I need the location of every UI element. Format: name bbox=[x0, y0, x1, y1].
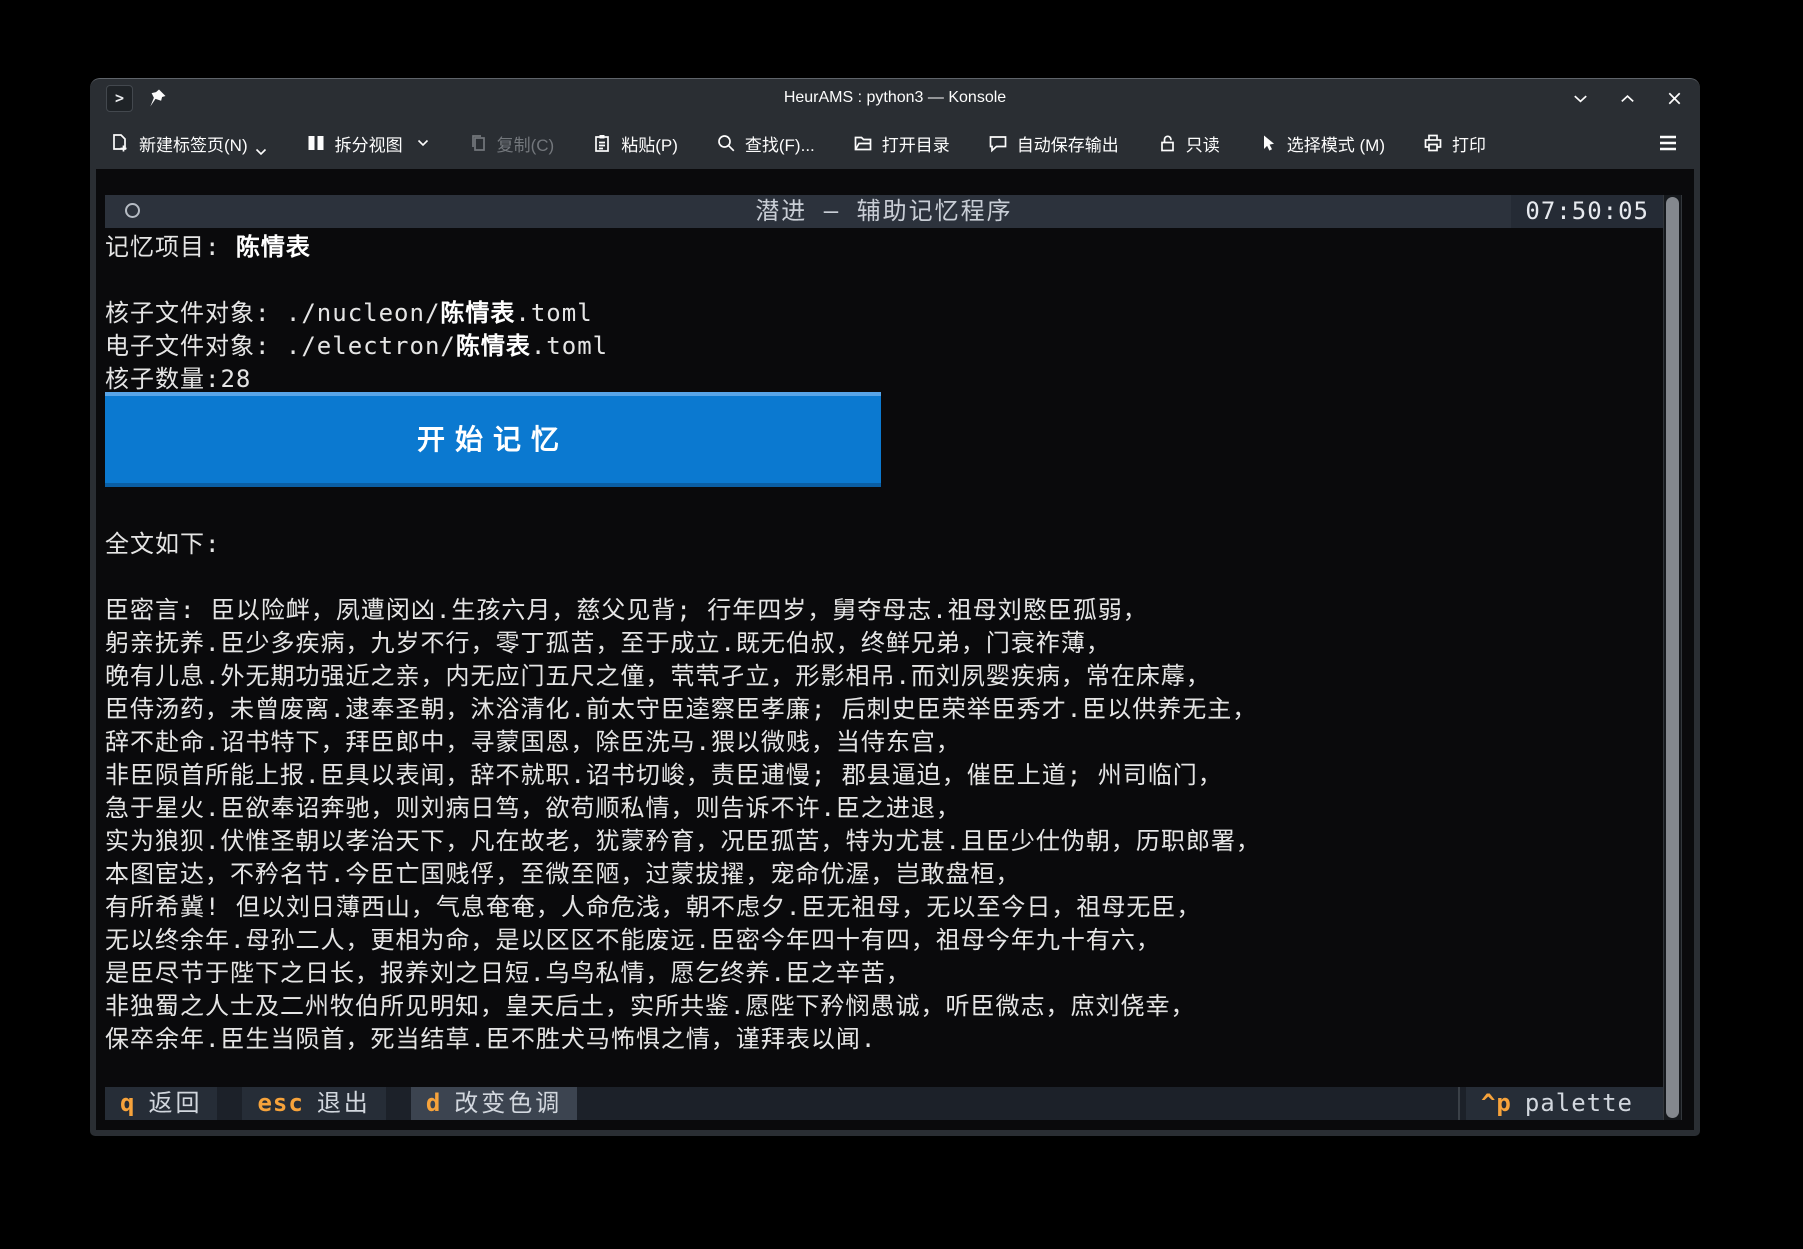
fulltext-line: 有所希冀! 但以刘日薄西山，气息奄奄，人命危浅，朝不虑夕.臣无祖母，无以至今日，… bbox=[105, 891, 1201, 924]
toolbar-item-paste[interactable]: 粘贴(P) bbox=[592, 131, 678, 156]
toolbar-item-folder[interactable]: 打开目录 bbox=[853, 131, 950, 156]
scrollbar-thumb[interactable] bbox=[1666, 197, 1679, 1118]
fulltext-line: 急于星火.臣欲奉诏奔驰，则刘病日笃，欲苟顺私情，则告诉不许.臣之进退， bbox=[105, 792, 961, 825]
paste-icon bbox=[592, 133, 612, 153]
split-view-icon bbox=[306, 133, 326, 153]
fulltext-line: 臣侍汤药，未曾废离.逮奉圣朝，沐浴清化.前太守臣逵察臣孝廉; 后刺史臣荣举臣秀才… bbox=[105, 693, 1257, 726]
folder-icon bbox=[853, 133, 873, 153]
footer-binding-esc[interactable]: esc退出 bbox=[242, 1087, 385, 1120]
footer-binding-palette[interactable]: ^ppalette bbox=[1466, 1087, 1663, 1120]
toolbar-item-copy: 复制(C) bbox=[468, 131, 555, 156]
maximize-button[interactable] bbox=[1618, 89, 1637, 108]
fulltext-line: 保卒余年.臣生当陨首，死当结草.臣不胜犬马怖惧之情，谨拜表以闻. bbox=[105, 1023, 876, 1056]
chevron-down-icon bbox=[254, 145, 268, 159]
fulltext-line: 实为狼狈.伏惟圣朝以孝治天下，凡在故老，犹蒙矜育，况臣孤苦，特为尤甚.且臣少仕伪… bbox=[105, 825, 1261, 858]
tui-header: 潜进 – 辅助记忆程序 07:50:05 bbox=[105, 195, 1663, 228]
unlock-icon bbox=[1157, 133, 1177, 153]
toolbar-item-output-bubble[interactable]: 自动保存输出 bbox=[988, 131, 1119, 156]
toolbar-item-unlock[interactable]: 只读 bbox=[1157, 131, 1220, 156]
app-title: 潜进 – 辅助记忆程序 bbox=[105, 195, 1663, 228]
toolbar: 新建标签页(N) 拆分视图 复制(C) 粘贴(P) 查找(F)... 打开目录 自动保存输出… bbox=[90, 117, 1700, 169]
cursor-icon bbox=[1258, 133, 1278, 153]
fulltext-line: 本图宦达，不矜名节.今臣亡国贱俘，至微至陋，过蒙拔擢，宠命优渥，岂敢盘桓， bbox=[105, 858, 1020, 891]
toolbar-item-cursor[interactable]: 选择模式 (M) bbox=[1258, 131, 1385, 156]
fulltext-line: 非臣陨首所能上报.臣具以表闻，辞不就职.诏书切峻，责臣逋慢; 郡县逼迫，催臣上道… bbox=[105, 759, 1223, 792]
fulltext-line: 非独蜀之人士及二州牧伯所见明知，皇天后土，实所共鉴.愿陛下矜悯愚诚，听臣微志，庶… bbox=[105, 990, 1195, 1023]
tui-footer: q返回 esc退出 d改变色调 ^ppalette bbox=[105, 1087, 1663, 1120]
minimize-button[interactable] bbox=[1571, 89, 1590, 108]
fulltext-label: 全文如下: bbox=[105, 528, 220, 561]
footer-binding-q[interactable]: q返回 bbox=[105, 1087, 217, 1120]
fulltext-line: 辞不赴命.诏书特下，拜臣郎中，寻蒙国恩，除臣洗马.猥以微贱，当侍东宫， bbox=[105, 726, 961, 759]
fulltext-line: 无以终余年.母孙二人，更相为命，是以区区不能废远.臣密今年四十有四，祖母今年九十… bbox=[105, 924, 1161, 957]
printer-icon bbox=[1423, 133, 1443, 153]
new-tab-icon bbox=[110, 133, 130, 153]
copy-icon bbox=[468, 133, 488, 153]
toolbar-item-printer[interactable]: 打印 bbox=[1423, 131, 1486, 156]
search-icon bbox=[716, 133, 736, 153]
electron-file-line: 电子文件对象: ./electron/陈情表.toml bbox=[105, 330, 608, 363]
output-bubble-icon bbox=[988, 133, 1008, 153]
menu-button[interactable] bbox=[1656, 131, 1680, 155]
toolbar-item-split-view[interactable]: 拆分视图 bbox=[306, 131, 430, 156]
fulltext-line: 臣密言: 臣以险衅，夙遭闵凶.生孩六月，慈父见背; 行年四岁，舅夺母志.祖母刘愍… bbox=[105, 594, 1148, 627]
footer-binding-d[interactable]: d改变色调 bbox=[411, 1087, 577, 1120]
nucleon-file-line: 核子文件对象: ./nucleon/陈情表.toml bbox=[105, 297, 593, 330]
fulltext-line: 晚有儿息.外无期功强近之亲，内无应门五尺之僮，茕茕孑立，形影相吊.而刘夙婴疾病，… bbox=[105, 660, 1211, 693]
terminal-viewport: 潜进 – 辅助记忆程序 07:50:05 记忆项目: 陈情表 核子文件对象: .… bbox=[96, 169, 1694, 1130]
chevron-down-icon bbox=[416, 136, 430, 150]
close-button[interactable] bbox=[1665, 89, 1684, 108]
titlebar: > HeurAMS : python3 — Konsole bbox=[90, 79, 1700, 117]
memory-item-line: 记忆项目: 陈情表 bbox=[105, 231, 311, 264]
konsole-window: > HeurAMS : python3 — Konsole 新建标签页(N) 拆分… bbox=[90, 78, 1700, 1136]
start-memorize-button[interactable]: 开始记忆 bbox=[105, 392, 881, 487]
window-title: HeurAMS : python3 — Konsole bbox=[90, 89, 1700, 107]
toolbar-item-new-tab[interactable]: 新建标签页(N) bbox=[110, 131, 268, 156]
toolbar-item-search[interactable]: 查找(F)... bbox=[716, 131, 815, 156]
hamburger-icon bbox=[1656, 131, 1680, 155]
fulltext-line: 躬亲抚养.臣少多疾病，九岁不行，零丁孤苦，至于成立.既无伯叔，终鲜兄弟，门衰祚薄… bbox=[105, 627, 1111, 660]
scrollbar-track[interactable] bbox=[1663, 195, 1682, 1120]
clock: 07:50:05 bbox=[1511, 195, 1663, 228]
fulltext-line: 是臣尽节于陛下之日长，报养刘之日短.乌鸟私情，愿乞终养.臣之辛苦， bbox=[105, 957, 911, 990]
